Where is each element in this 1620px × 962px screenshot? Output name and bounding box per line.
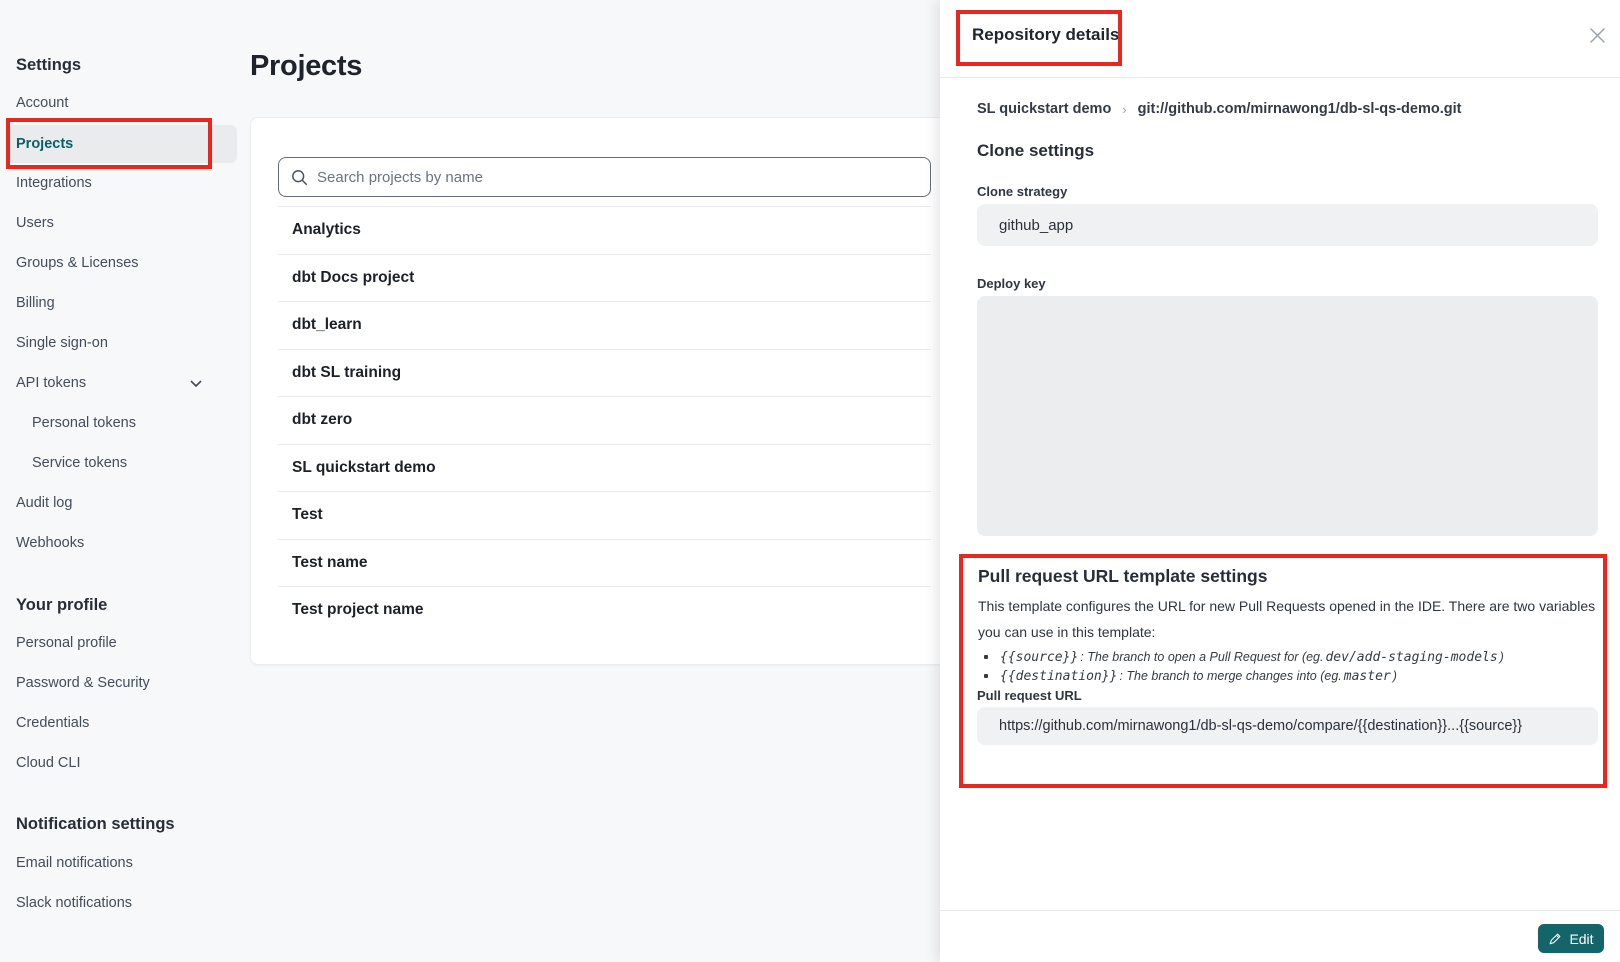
- pull-request-description: This template configures the URL for new…: [978, 593, 1606, 645]
- project-row[interactable]: Test name: [278, 539, 931, 587]
- clone-strategy-value: github_app: [999, 217, 1073, 234]
- clone-strategy-label: Clone strategy: [977, 184, 1067, 199]
- project-row[interactable]: Test: [278, 491, 931, 539]
- sidebar-item-single-sign-on[interactable]: Single sign-on: [16, 335, 108, 351]
- sidebar-item-service-tokens[interactable]: Service tokens: [32, 455, 127, 471]
- sidebar-item-password-security[interactable]: Password & Security: [16, 675, 150, 691]
- pull-request-url-field: https://github.com/mirnawong1/db-sl-qs-d…: [977, 707, 1598, 745]
- pr-variable-text-end: ): [1500, 650, 1504, 664]
- sidebar-item-api-tokens[interactable]: API tokens: [16, 375, 86, 391]
- sidebar-item-email-notifications[interactable]: Email notifications: [16, 855, 133, 871]
- sidebar-item-personal-tokens[interactable]: Personal tokens: [32, 415, 136, 431]
- project-search[interactable]: [278, 157, 931, 197]
- project-row[interactable]: dbt Docs project: [278, 254, 931, 302]
- sidebar-heading-your-profile: Your profile: [16, 596, 107, 615]
- pr-variable-text: : The branch to open a Pull Request for …: [1080, 650, 1323, 664]
- bullet-dot: [984, 655, 988, 659]
- project-row[interactable]: SL quickstart demo: [278, 444, 931, 492]
- sidebar-item-personal-profile[interactable]: Personal profile: [16, 635, 117, 651]
- pull-request-url-value: https://github.com/mirnawong1/db-sl-qs-d…: [999, 718, 1522, 734]
- clone-strategy-field: github_app: [977, 204, 1598, 246]
- sidebar-item-audit-log[interactable]: Audit log: [16, 495, 72, 511]
- sidebar-item-projects[interactable]: Projects: [16, 136, 73, 152]
- pr-variable-bullet-source: {{source}} : The branch to open a Pull R…: [984, 648, 1506, 666]
- bullet-dot: [984, 674, 988, 678]
- sidebar-item-webhooks[interactable]: Webhooks: [16, 535, 84, 551]
- deploy-key-label: Deploy key: [977, 276, 1046, 291]
- sidebar-item-groups-licenses[interactable]: Groups & Licenses: [16, 255, 139, 271]
- settings-sidebar: Settings Account Projects Integrations U…: [0, 0, 246, 962]
- sidebar-item-cloud-cli[interactable]: Cloud CLI: [16, 755, 80, 771]
- search-input[interactable]: [317, 169, 918, 186]
- page-title: Projects: [250, 50, 362, 83]
- pencil-icon: [1548, 932, 1562, 946]
- sidebar-item-users[interactable]: Users: [16, 215, 54, 231]
- project-row[interactable]: Analytics: [278, 206, 931, 254]
- projects-card: Analytics dbt Docs project dbt_learn dbt…: [250, 117, 950, 665]
- deploy-key-field: [977, 296, 1598, 536]
- pull-request-settings-heading: Pull request URL template settings: [978, 566, 1267, 587]
- pull-request-url-label: Pull request URL: [977, 688, 1082, 703]
- edit-button[interactable]: Edit: [1538, 924, 1604, 953]
- project-list: Analytics dbt Docs project dbt_learn dbt…: [278, 206, 931, 634]
- clone-settings-heading: Clone settings: [977, 141, 1094, 161]
- close-icon[interactable]: [1586, 24, 1608, 46]
- pr-variable-code: {{destination}}: [1000, 669, 1117, 684]
- breadcrumb-repo-url: git://github.com/mirnawong1/db-sl-qs-dem…: [1138, 101, 1462, 117]
- search-icon: [291, 169, 308, 186]
- pr-variable-code: {{source}}: [1000, 650, 1078, 665]
- breadcrumb: SL quickstart demo › git://github.com/mi…: [977, 101, 1461, 117]
- chevron-down-icon[interactable]: [189, 377, 203, 396]
- breadcrumb-project[interactable]: SL quickstart demo: [977, 101, 1111, 117]
- edit-button-label: Edit: [1569, 931, 1593, 947]
- sidebar-heading-settings: Settings: [16, 56, 81, 75]
- sidebar-heading-notification-settings: Notification settings: [16, 815, 175, 834]
- project-row[interactable]: dbt SL training: [278, 349, 931, 397]
- pr-variable-example: master: [1344, 669, 1391, 684]
- sidebar-item-account[interactable]: Account: [16, 95, 68, 111]
- pr-variable-bullet-destination: {{destination}} : The branch to merge ch…: [984, 667, 1399, 685]
- project-row[interactable]: Test project name: [278, 586, 931, 634]
- sidebar-item-integrations[interactable]: Integrations: [16, 175, 92, 191]
- panel-header-divider: [940, 77, 1620, 78]
- sidebar-item-credentials[interactable]: Credentials: [16, 715, 89, 731]
- panel-title: Repository details: [972, 25, 1119, 45]
- pr-variable-text: : The branch to merge changes into (eg.: [1119, 669, 1341, 683]
- sidebar-item-billing[interactable]: Billing: [16, 295, 55, 311]
- pr-variable-example: dev/add-staging-models: [1325, 650, 1497, 665]
- repository-details-panel: Repository details SL quickstart demo › …: [940, 0, 1620, 962]
- sidebar-item-slack-notifications[interactable]: Slack notifications: [16, 895, 132, 911]
- pr-variable-text-end: ): [1393, 669, 1397, 683]
- project-row[interactable]: dbt zero: [278, 396, 931, 444]
- project-row[interactable]: dbt_learn: [278, 301, 931, 349]
- breadcrumb-separator-icon: ›: [1122, 102, 1126, 117]
- panel-footer-divider: [940, 910, 1620, 911]
